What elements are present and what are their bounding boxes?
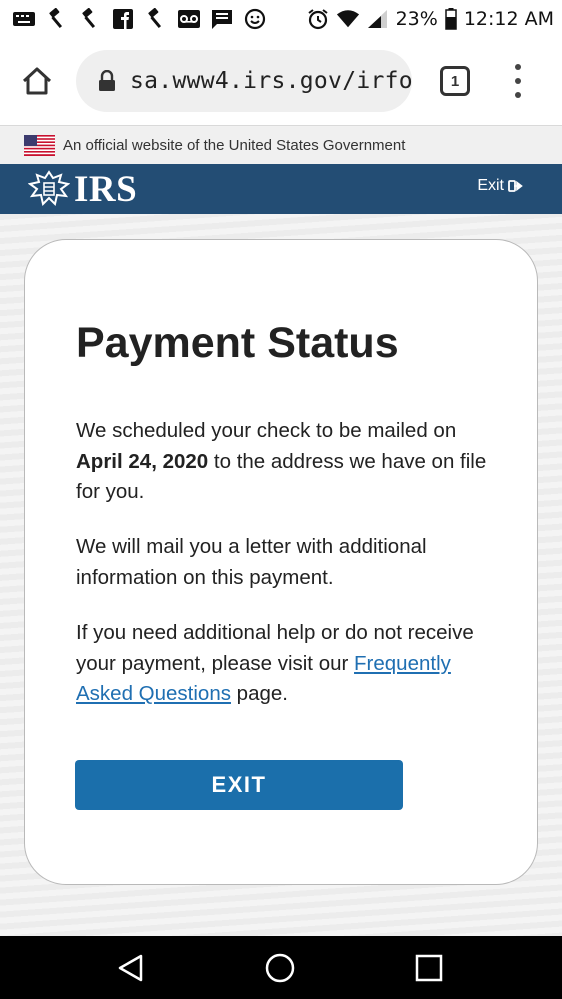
letter-message: We will mail you a letter with additiona… (76, 535, 427, 589)
gavel-icon (45, 8, 69, 30)
back-icon (118, 954, 143, 982)
eagle-emblem-icon (28, 170, 70, 206)
browser-home-button[interactable] (16, 60, 58, 102)
menu-dot (515, 78, 521, 84)
notification-icons (12, 8, 267, 30)
recents-icon (415, 954, 443, 982)
scheduled-message: We scheduled your check to be mailed on … (76, 416, 496, 508)
menu-dot (515, 92, 521, 98)
tab-switcher-button[interactable]: 1 (440, 66, 470, 96)
facebook-icon (111, 8, 135, 30)
help-message: If you need additional help or do not re… (76, 618, 496, 710)
nav-home-button[interactable] (262, 950, 298, 986)
irs-header: IRS Exit (0, 164, 562, 214)
url-text: sa.www4.irs.gov/irfo (130, 68, 412, 94)
exit-arrow-icon (508, 180, 523, 192)
browser-toolbar: sa.www4.irs.gov/irfo 1 (0, 38, 562, 126)
signal-icon (366, 8, 390, 30)
smiley-icon (243, 8, 267, 30)
gavel-icon (78, 8, 102, 30)
battery-icon (444, 8, 458, 30)
voicemail-icon (177, 8, 201, 30)
irs-logo-text: IRS (74, 168, 138, 210)
gov-banner-text: An official website of the United States… (63, 137, 406, 154)
menu-dot (515, 64, 521, 70)
android-nav-bar (0, 936, 562, 999)
help-text-after: page. (230, 682, 288, 705)
scheduled-text-before: We scheduled your check to be mailed on (76, 419, 457, 442)
url-bar[interactable]: sa.www4.irs.gov/irfo (76, 50, 412, 112)
exit-button[interactable]: EXIT (75, 760, 403, 810)
nav-recents-button[interactable] (411, 950, 447, 986)
header-exit-link[interactable]: Exit (477, 177, 524, 195)
irs-logo[interactable]: IRS (28, 170, 137, 208)
gavel-icon (144, 8, 168, 30)
payment-status-card: Payment Status We scheduled your check t… (24, 239, 538, 885)
battery-percent: 23% (395, 8, 438, 30)
mail-date: April 24, 2020 (76, 449, 209, 473)
alarm-icon (306, 8, 330, 30)
official-gov-banner: An official website of the United States… (0, 127, 562, 164)
system-status: 23% 12:12 AM (306, 8, 554, 30)
header-exit-label: Exit (477, 177, 504, 194)
page-title: Payment Status (76, 319, 399, 367)
lock-icon (99, 70, 115, 91)
status-bar: 23% 12:12 AM (0, 0, 562, 38)
wifi-icon (336, 8, 360, 30)
clock: 12:12 AM (463, 8, 554, 30)
overflow-menu-button[interactable] (508, 64, 528, 98)
home-icon (22, 67, 52, 95)
keyboard-icon (12, 8, 36, 30)
us-flag-icon (24, 135, 55, 156)
home-circle-icon (265, 953, 295, 983)
message-icon (210, 8, 234, 30)
nav-back-button[interactable] (113, 950, 149, 986)
